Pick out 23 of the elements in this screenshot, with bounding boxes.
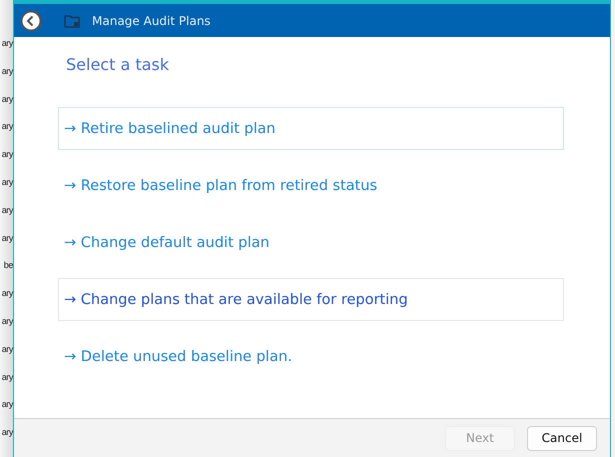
folder-icon <box>64 14 80 28</box>
list-text: ary <box>2 148 13 162</box>
list-text: ary <box>2 37 13 50</box>
task-link[interactable]: → Change plans that are available for reporting <box>58 278 564 321</box>
back-button[interactable] <box>20 10 42 32</box>
list-text: ary <box>2 92 13 106</box>
list-text: ary <box>2 176 13 189</box>
list-text: ary <box>2 370 13 384</box>
list-text: ary <box>2 342 13 356</box>
list-text: be <box>4 259 13 272</box>
dialog-button[interactable]: Cancel <box>527 426 597 450</box>
list-text: ary <box>2 204 13 217</box>
list-text: ary <box>2 232 13 245</box>
list-text: ary <box>2 314 13 328</box>
list-text: ary <box>2 120 13 134</box>
window-title: Manage Audit Plans <box>92 14 211 28</box>
back-icon <box>20 10 42 32</box>
list-text: ary <box>2 398 13 412</box>
task-link[interactable]: → Retire baselined audit plan <box>58 107 564 150</box>
heading: Select a task <box>66 55 170 74</box>
list-text: ary <box>2 426 13 440</box>
list-text: ary <box>2 64 13 78</box>
list-text: ary <box>2 287 13 300</box>
